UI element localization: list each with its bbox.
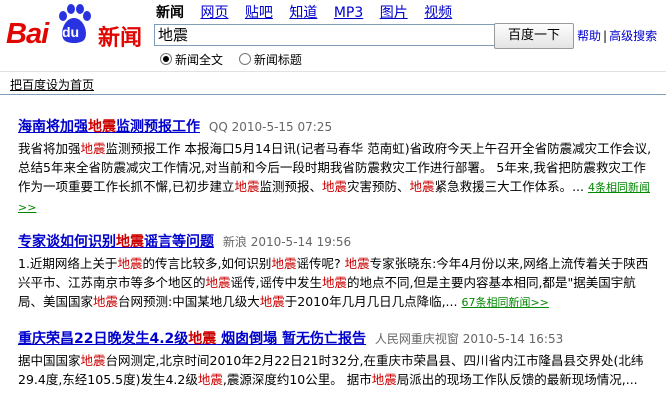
snippet-text: 灾害预防、 bbox=[347, 179, 410, 194]
help-link[interactable]: 帮助 bbox=[577, 29, 601, 43]
radio-full-text-label[interactable]: 新闻全文 bbox=[175, 53, 223, 67]
tab-images[interactable]: 图片 bbox=[380, 5, 408, 21]
set-homepage-link[interactable]: 把百度设为首页 bbox=[10, 76, 94, 93]
same-news-link[interactable]: 67条相同新闻>> bbox=[461, 296, 548, 309]
news-result: 重庆荣昌22日晚发生4.2级地震 烟囱倒塌 暂无伤亡报告 人民网重庆视窗 201… bbox=[18, 328, 658, 389]
snippet-text: ,震源深度约10公里。 据市 bbox=[222, 372, 372, 387]
keyword-highlight: 地震 bbox=[234, 179, 260, 194]
tab-news[interactable]: 新闻 bbox=[156, 5, 184, 21]
snippet-text: 监测预报、 bbox=[259, 179, 323, 194]
result-source: 人民网重庆视窗 2010-5-14 16:53 bbox=[374, 332, 564, 346]
search-button[interactable]: 百度一下 bbox=[494, 23, 574, 49]
result-snippet: 1.近期网络上关于地震的传言比较多,如何识别地震谣传呢? 地震专家张晓东:今年4… bbox=[18, 254, 658, 312]
result-source: QQ 2010-5-15 07:25 bbox=[208, 120, 333, 134]
keyword-highlight: 地震 bbox=[322, 179, 348, 194]
logo-du-text: du bbox=[62, 24, 80, 40]
tab-zhidao[interactable]: 知道 bbox=[289, 5, 317, 21]
snippet-text: 1.近期网络上关于 bbox=[18, 256, 118, 271]
tab-tieba[interactable]: 贴吧 bbox=[245, 5, 273, 21]
result-source: 新浪 2010-5-14 19:56 bbox=[222, 235, 352, 249]
snippet-text: 紧急救援三大工作体系。... bbox=[434, 179, 584, 194]
radio-title-only[interactable] bbox=[238, 53, 251, 65]
keyword-highlight: 地震 bbox=[93, 294, 119, 309]
keyword-highlight: 地震 bbox=[371, 372, 397, 387]
keyword-highlight: 地震 bbox=[205, 275, 231, 290]
snippet-text: 于2010年几月几日几点降临,... bbox=[284, 294, 458, 309]
snippet-text: 谣传,谣传中发生 bbox=[230, 275, 323, 290]
snippet-text: 谣传呢? bbox=[296, 256, 345, 271]
snippet-text: 台网预测:中国某地几级大 bbox=[118, 294, 260, 309]
radio-title-only-label[interactable]: 新闻标题 bbox=[254, 53, 302, 67]
snippet-text: 据中国国家 bbox=[18, 353, 81, 368]
result-title-link[interactable]: 专家谈如何识别地震谣言等问题 bbox=[18, 234, 214, 250]
keyword-highlight: 地震 bbox=[344, 256, 370, 271]
result-title-link[interactable]: 海南将加强地震监测预报工作 bbox=[18, 119, 200, 135]
keyword-highlight: 地震 bbox=[117, 256, 143, 271]
keyword-highlight: 地震 bbox=[322, 275, 348, 290]
news-result: 海南将加强地震监测预报工作 QQ 2010-5-15 07:25 我省将加强地震… bbox=[18, 116, 658, 217]
keyword-highlight: 地震 bbox=[197, 372, 223, 387]
category-tabs: 新闻 网页 贴吧 知道 MP3 图片 视频 bbox=[156, 2, 452, 22]
result-title: 海南将加强地震监测预报工作 QQ 2010-5-15 07:25 bbox=[18, 116, 658, 136]
result-snippet: 我省将加强地震监测预报工作 本报海口5月14日讯(记者马春华 范南虹)省政府今天… bbox=[18, 139, 658, 217]
radio-full-text[interactable] bbox=[160, 53, 172, 65]
tab-video[interactable]: 视频 bbox=[424, 5, 452, 21]
result-title: 重庆荣昌22日晚发生4.2级地震 烟囱倒塌 暂无伤亡报告 人民网重庆视窗 201… bbox=[18, 328, 658, 348]
search-scope-radios: 新闻全文 新闻标题 bbox=[160, 51, 314, 68]
result-title: 专家谈如何识别地震谣言等问题 新浪 2010-5-14 19:56 bbox=[18, 231, 658, 251]
logo-bai-text: Bai bbox=[6, 18, 49, 50]
baidu-news-logo[interactable]: Bai du 新闻 bbox=[6, 4, 146, 51]
keyword-highlight: 地震 bbox=[80, 353, 106, 368]
search-input[interactable] bbox=[154, 24, 496, 46]
keyword-highlight: 地震 bbox=[259, 294, 285, 309]
snippet-text: 的传言比较多,如何识别 bbox=[142, 256, 272, 271]
result-snippet: 据中国国家地震台网测定,北京时间2010年2月22日21时32分,在重庆市荣昌县… bbox=[18, 351, 658, 389]
advanced-search-link[interactable]: 高级搜索 bbox=[609, 29, 657, 43]
tab-mp3[interactable]: MP3 bbox=[334, 5, 363, 21]
tab-web[interactable]: 网页 bbox=[200, 5, 228, 21]
news-result: 专家谈如何识别地震谣言等问题 新浪 2010-5-14 19:56 1.近期网络… bbox=[18, 231, 658, 312]
toolbar-strip: 把百度设为首页 bbox=[0, 71, 666, 95]
result-title-link[interactable]: 重庆荣昌22日晚发生4.2级地震 烟囱倒塌 暂无伤亡报告 bbox=[18, 331, 366, 347]
keyword-highlight: 地震 bbox=[271, 256, 297, 271]
help-separator: | bbox=[603, 29, 608, 43]
keyword-highlight: 地震 bbox=[409, 179, 435, 194]
snippet-text: 我省将加强 bbox=[18, 141, 81, 156]
help-links: 帮助 | 高级搜索 bbox=[577, 27, 657, 44]
logo-news-text: 新闻 bbox=[98, 26, 143, 51]
keyword-highlight: 地震 bbox=[80, 141, 106, 156]
snippet-text: 局派出的现场工作队反馈的最新现场情况,... bbox=[396, 372, 638, 387]
